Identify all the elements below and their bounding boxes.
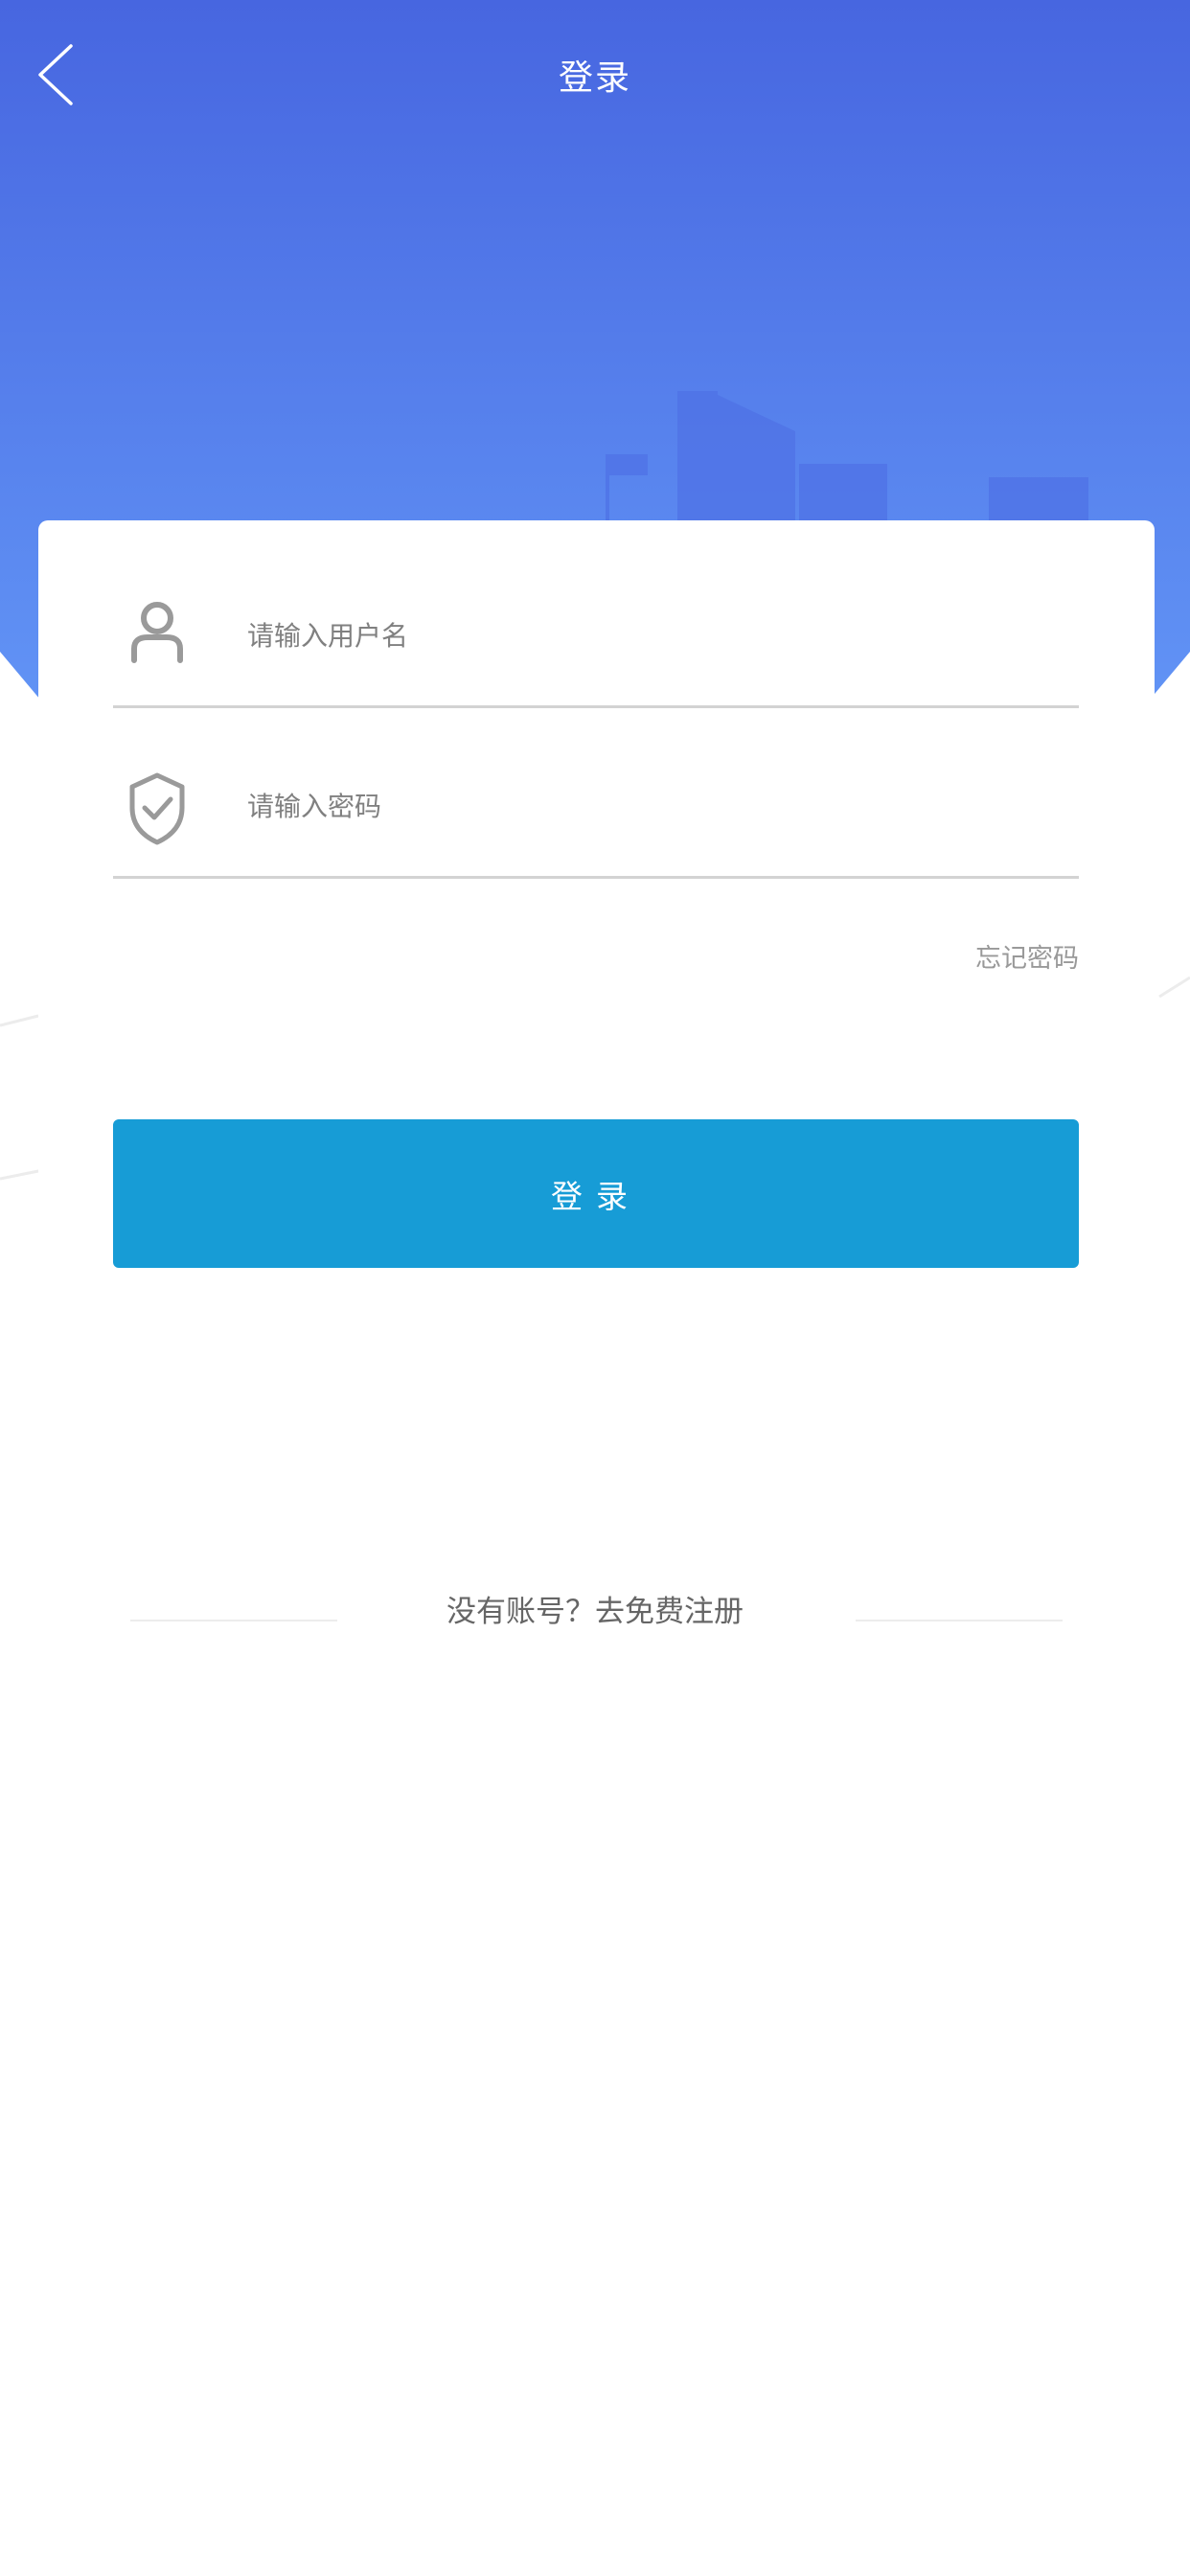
password-input[interactable] [247,777,1052,835]
forgot-password-link[interactable]: 忘记密码 [975,937,1079,975]
username-input[interactable] [247,607,1052,664]
register-row: 没有账号？去免费注册 [0,1581,1190,1639]
username-field [113,540,1079,708]
register-link[interactable]: 没有账号？去免费注册 [0,1587,1190,1630]
user-icon [131,602,183,663]
login-page: H C H 登录 忘记密码 登录 [0,0,1190,2576]
top-bar: 登录 [0,0,1190,153]
login-button[interactable]: 登录 [113,1119,1079,1268]
password-field [113,710,1079,879]
page-title: 登录 [558,58,631,98]
shield-check-icon [129,772,185,845]
